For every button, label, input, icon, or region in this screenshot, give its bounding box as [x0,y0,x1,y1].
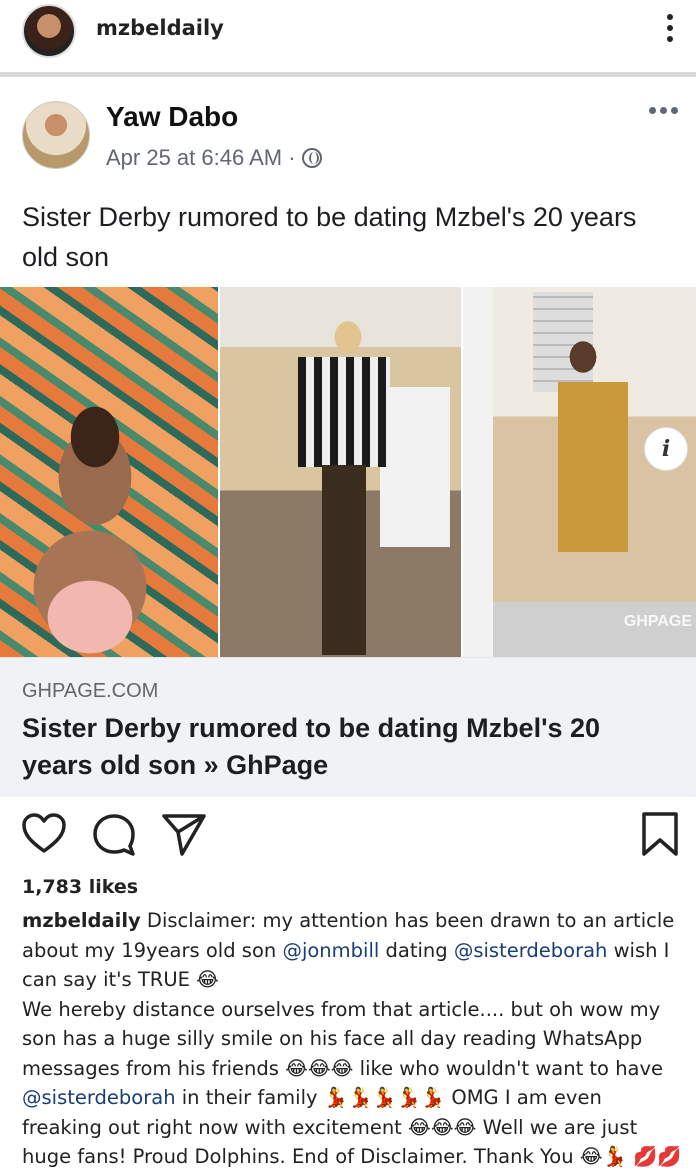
action-bar [0,810,696,866]
mention-jonmbill[interactable]: @jonmbill [282,939,379,962]
photo-woman-right: GHPAGE [463,287,696,657]
photo-woman-left [0,287,218,657]
caption-username[interactable]: mzbeldaily [22,909,141,932]
watermark: GHPAGE [623,613,692,630]
more-options-icon[interactable] [664,10,676,50]
comment-icon[interactable] [90,810,138,858]
caption-text-2: dating [379,938,454,962]
mention-sisterdeborah[interactable]: @sisterdeborah [454,939,608,962]
share-icon[interactable] [160,810,208,858]
author-name: Yaw Dabo [106,101,239,132]
link-preview: GHPAGE.COM Sister Derby rumored to be da… [0,657,696,797]
post-timestamp: Apr 25 at 6:46 AM · [106,145,296,170]
avatar[interactable] [22,4,76,58]
like-count[interactable]: 1,783 likes [22,876,138,898]
username[interactable]: mzbeldaily [96,16,224,40]
heart-icon[interactable] [20,810,68,858]
caption-text-4: We hereby distance ourselves from that a… [22,997,664,1080]
facebook-post: Yaw Dabo Apr 25 at 6:46 AM · Sister Derb… [0,77,696,797]
link-domain: GHPAGE.COM [22,680,159,702]
bookmark-icon[interactable] [636,810,684,858]
author-avatar [22,101,90,169]
photo-collage: GHPAGE [0,287,696,657]
globe-icon [301,148,322,168]
post-text: Sister Derby rumored to be dating Mzbel'… [22,202,637,272]
photo-man-center [220,287,461,657]
fb-more-icon [649,107,678,114]
post-meta: Apr 25 at 6:46 AM · [106,145,322,171]
link-title: Sister Derby rumored to be dating Mzbel'… [22,713,601,780]
caption: mzbeldaily Disclaimer: my attention has … [22,906,684,1170]
mention-sisterdeborah-2[interactable]: @sisterdeborah [22,1086,176,1109]
instagram-header: mzbeldaily [0,0,696,72]
info-icon: i [644,427,688,471]
